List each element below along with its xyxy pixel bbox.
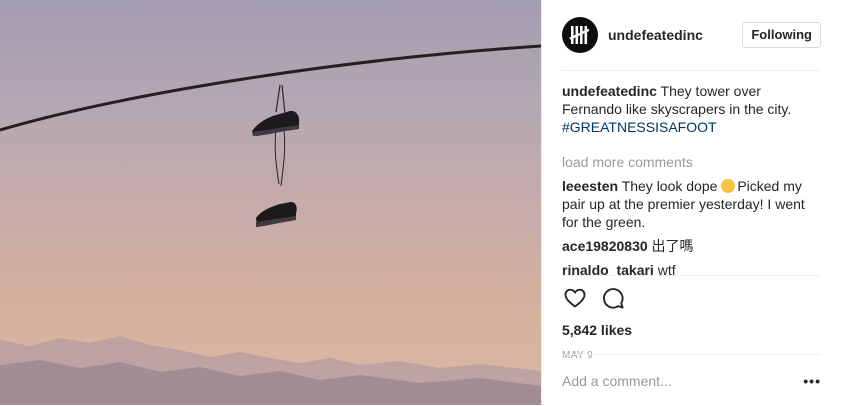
post-sidebar: undefeatedinc Following undefeatedinc Th… (541, 0, 842, 405)
instagram-post: undefeatedinc Following undefeatedinc Th… (0, 0, 842, 405)
heart-icon[interactable] (563, 286, 587, 310)
add-comment-bar: ••• (562, 354, 821, 406)
load-more-comments-link[interactable]: load more comments (562, 153, 821, 171)
post-actions: 5,842 likes MAY 9 (562, 275, 821, 361)
ok-hand-icon (721, 179, 736, 193)
following-button[interactable]: Following (742, 22, 821, 48)
post-username[interactable]: undefeatedinc (608, 27, 742, 43)
action-icons (563, 286, 821, 310)
comment-username[interactable]: rinaldo_takari (562, 262, 654, 275)
comment-text: They look dope (621, 178, 718, 194)
comment-username[interactable]: leeesten (562, 178, 618, 194)
avatar[interactable] (562, 17, 598, 53)
post-photo[interactable] (0, 0, 541, 405)
caption-username[interactable]: undefeatedinc (562, 83, 657, 99)
comment-icon[interactable] (601, 286, 625, 310)
comment-text: 出了嗎 (651, 238, 694, 254)
undefeated-logo-icon (569, 26, 590, 44)
caption-hashtag[interactable]: #GREATNESSISAFOOT (562, 119, 717, 135)
caption: undefeatedinc They tower over Fernando l… (562, 82, 821, 136)
more-options-button[interactable]: ••• (803, 373, 821, 389)
comment-input[interactable] (562, 372, 804, 389)
list-item: leeesten They look dope Picked my pair u… (562, 177, 821, 231)
photo-scene (0, 44, 541, 405)
list-item: rinaldo_takari wtf (562, 261, 821, 275)
list-item: ace19820830 出了嗎 (562, 237, 821, 255)
comment-username[interactable]: ace19820830 (562, 238, 648, 254)
comments-list[interactable]: undefeatedinc They tower over Fernando l… (562, 82, 821, 275)
likes-count[interactable]: 5,842 likes (562, 322, 821, 338)
post-header: undefeatedinc Following (562, 0, 821, 71)
comment-text: wtf (657, 262, 676, 275)
